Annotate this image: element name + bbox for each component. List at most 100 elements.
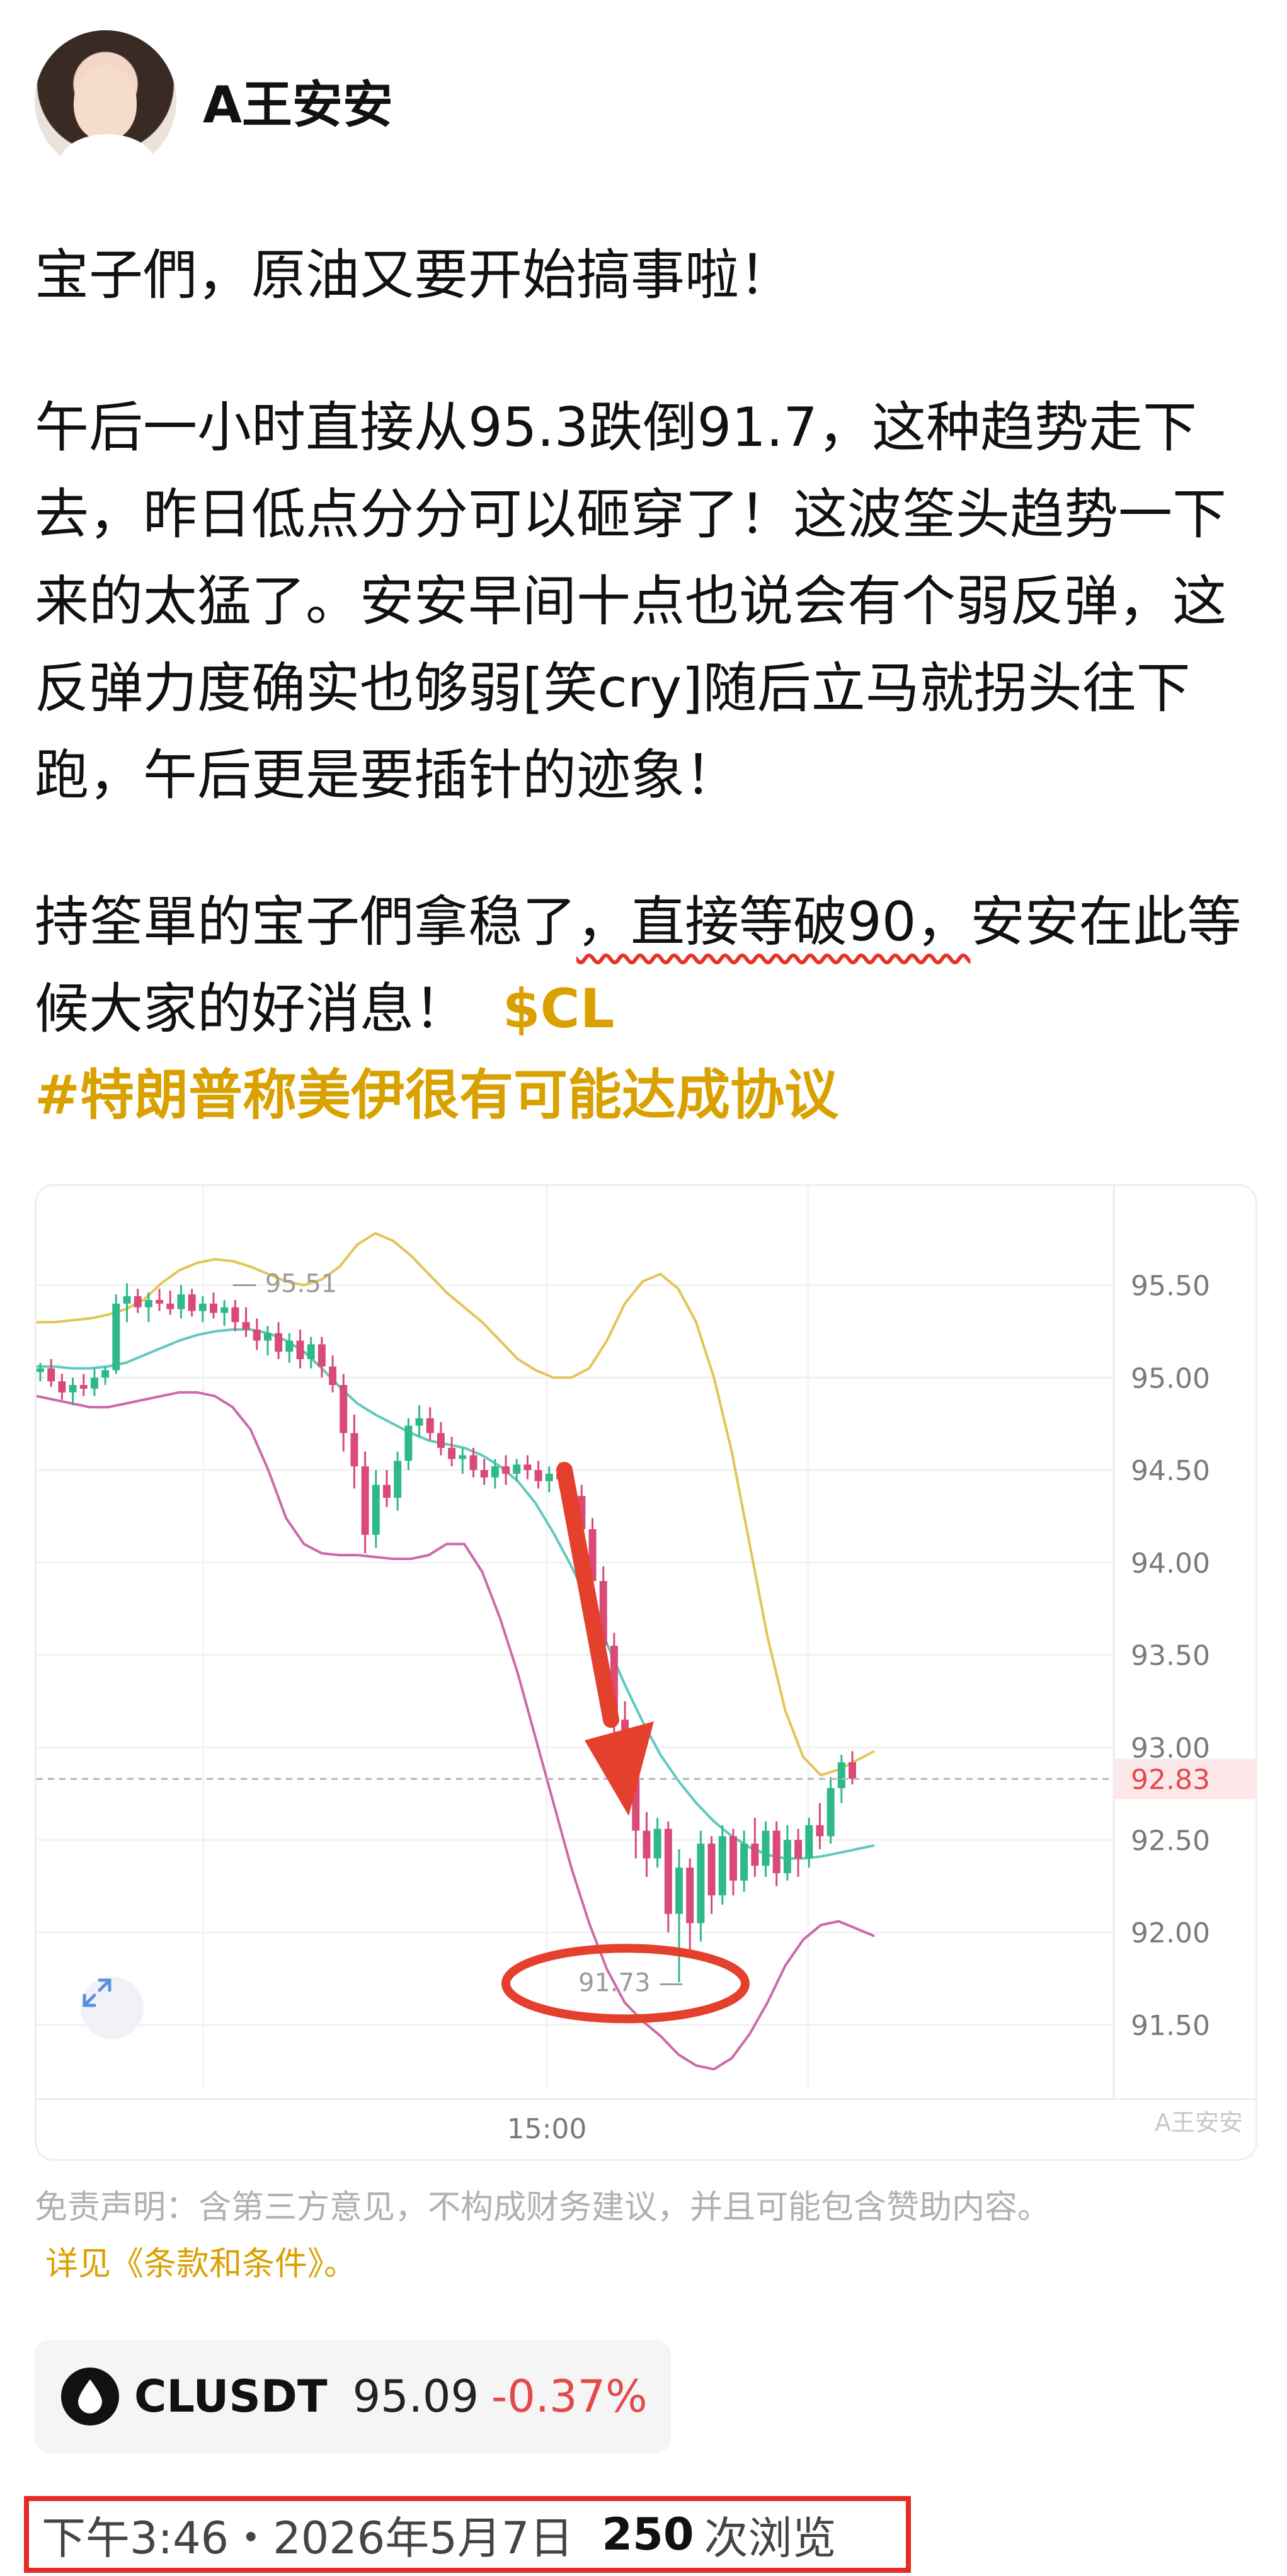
ticker-change: -0.37%: [491, 2371, 648, 2422]
candle-body: [198, 1303, 207, 1311]
candle-body: [382, 1485, 391, 1498]
candle-body: [69, 1385, 77, 1393]
candle-body: [480, 1470, 488, 1478]
underlined-phrase: ，直接等破90，: [576, 891, 971, 954]
ticker-symbol: CLUSDT: [134, 2371, 328, 2422]
candle-body: [664, 1828, 672, 1914]
candle-body: [794, 1840, 803, 1859]
candle-body: [816, 1825, 824, 1837]
y-tick-label: 91.50: [1131, 2010, 1210, 2042]
author-name[interactable]: A王安安: [203, 64, 393, 137]
candle-body: [296, 1340, 304, 1359]
upper-band-line: [37, 1231, 875, 1777]
candle-body: [275, 1333, 283, 1352]
ticker-chip[interactable]: CLUSDT 95.09 -0.37%: [35, 2340, 671, 2453]
candle-body: [697, 1844, 705, 1923]
lower-band-line: [37, 1391, 875, 2071]
candle-body: [47, 1368, 55, 1382]
candle-body: [751, 1844, 759, 1866]
candle-body: [426, 1418, 434, 1433]
y-tick-label: 94.00: [1131, 1547, 1210, 1580]
candle-body: [112, 1303, 120, 1371]
candle-body: [491, 1466, 499, 1478]
red-down-arrow-icon: [585, 1721, 654, 1816]
candle-body: [144, 1299, 152, 1308]
candle-body: [317, 1344, 326, 1367]
post-paragraph-3: 持筌單的宝子們拿稳了，直接等破90，安安在此等候大家的好消息！ $CL: [35, 879, 1254, 1052]
candle-body: [134, 1296, 142, 1308]
candle-body: [729, 1836, 737, 1881]
candle-body: [837, 1762, 845, 1789]
candle-body: [404, 1425, 413, 1461]
expand-icon: [83, 1978, 112, 2007]
post-paragraph-2: 午后一小时直接从95.3跌倒91.7，这种趋势走下去，昨日低点分分可以砸穿了！这…: [35, 396, 1227, 807]
y-tick-label: 94.50: [1131, 1455, 1210, 1487]
candlestick-chart: 95.5095.0094.5094.0093.5093.0092.5092.00…: [37, 1186, 1256, 2145]
candle-body: [123, 1296, 131, 1304]
candle-body: [502, 1466, 510, 1474]
chart-watermark: A王安安: [1155, 2109, 1243, 2136]
candle-body: [459, 1455, 467, 1459]
candle-body: [79, 1385, 88, 1389]
price-chart[interactable]: 95.50 95.00 94.50 94.00 93.50 93.00 92.50 92.00…: [35, 1184, 1257, 2161]
post-paragraph-1: 宝子們，原油又要开始搞事啦！: [35, 244, 793, 307]
candle-body: [740, 1844, 748, 1881]
candle-body: [209, 1303, 217, 1313]
expand-chart-button[interactable]: [81, 1976, 144, 2039]
candle-body: [718, 1836, 726, 1896]
disclaimer-text: 免责声明：含第三方意见，不构成财务建议，并且可能包含赞助内容。: [35, 2189, 1051, 2226]
y-tick-label: 95.50: [1131, 1270, 1210, 1302]
candle-body: [783, 1840, 791, 1874]
candle-body: [772, 1830, 781, 1874]
post-header: A王安安: [35, 28, 393, 173]
avatar-shirt: [60, 134, 154, 172]
avatar[interactable]: [35, 30, 176, 172]
candle-body: [849, 1762, 856, 1779]
candle-body: [220, 1307, 229, 1313]
candle-body: [285, 1340, 294, 1352]
post-meta: 下午3:46・2026年5月7日 250 次浏览: [24, 2496, 911, 2573]
candle-body: [253, 1329, 261, 1341]
candle-body: [37, 1368, 44, 1372]
candle-body: [372, 1485, 380, 1535]
oil-drop-icon: [61, 2368, 119, 2425]
candle-body: [394, 1461, 402, 1498]
candle-body: [361, 1466, 369, 1535]
candle-body: [156, 1299, 164, 1304]
avatar-face: [74, 64, 137, 140]
candle-body: [827, 1788, 835, 1837]
candle-body: [101, 1370, 110, 1378]
candle-body: [513, 1464, 521, 1474]
y-tick-label: 92.00: [1131, 1917, 1210, 1949]
candle-body: [340, 1385, 348, 1433]
candle-body: [188, 1294, 196, 1311]
paragraph3-start: 持筌單的宝子們拿稳了: [35, 891, 576, 954]
candle-body: [307, 1344, 315, 1359]
y-tick-label: 92.50: [1131, 1825, 1210, 1857]
candle-body: [686, 1867, 694, 1923]
candle-body: [350, 1433, 358, 1467]
candle-body: [58, 1381, 66, 1393]
candle-body: [805, 1825, 813, 1859]
candle-body: [263, 1333, 272, 1341]
post-timestamp: 下午3:46・2026年5月7日: [42, 2512, 574, 2564]
candle-body: [545, 1473, 553, 1481]
view-count-label: 次浏览: [704, 2512, 837, 2564]
candle-body: [643, 1830, 651, 1859]
x-axis-tick: 15:00: [507, 2113, 587, 2145]
terms-link[interactable]: 详见《条款和条件》。: [45, 2242, 357, 2286]
candle-body: [653, 1828, 661, 1859]
high-price-label: — 95.51: [232, 1270, 337, 1299]
cashtag-link[interactable]: $CL: [503, 977, 615, 1040]
candle-body: [534, 1470, 542, 1481]
candle-body: [762, 1830, 770, 1866]
candle-body: [707, 1844, 716, 1896]
current-price-label: 92.83: [1131, 1764, 1210, 1796]
low-price-label: 91.73 —: [578, 1968, 684, 1997]
candle-body: [415, 1418, 423, 1426]
hashtag-link[interactable]: #特朗普称美伊很有可能达成协议: [35, 1052, 838, 1139]
candle-body: [177, 1294, 185, 1309]
view-count: 250: [602, 2509, 694, 2560]
candle-body: [523, 1464, 532, 1471]
